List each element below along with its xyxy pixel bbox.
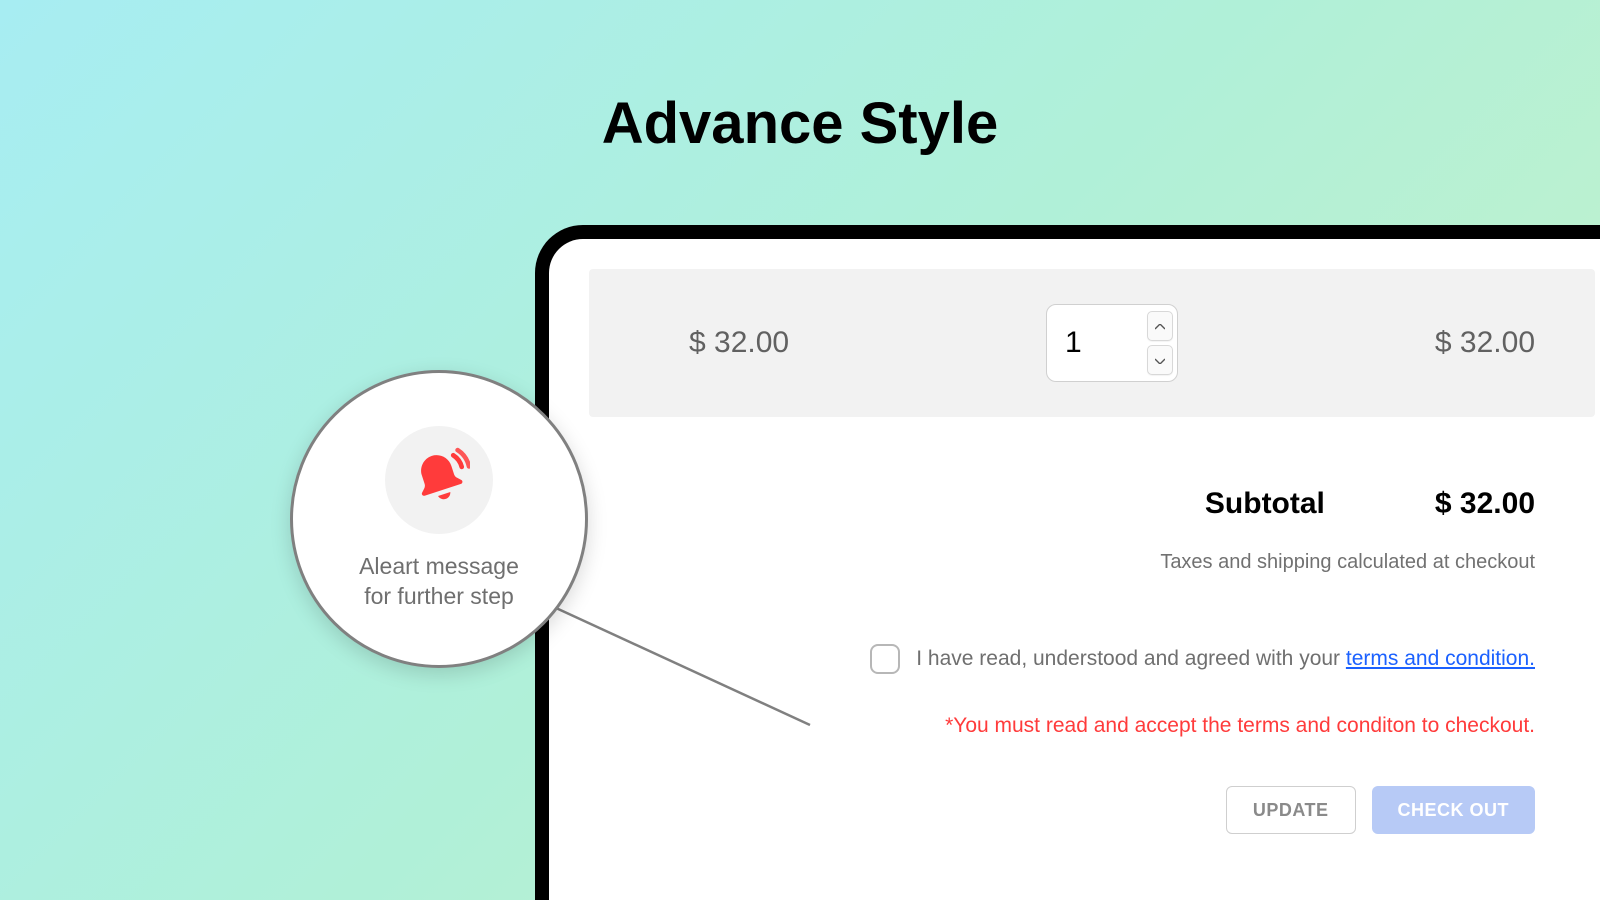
device-screen: $ 32.00 1 xyxy=(549,239,1600,900)
callout-text: Aleart message for further step xyxy=(359,552,519,612)
subtotal-value: $ 32.00 xyxy=(1435,487,1535,521)
subtotal-section: Subtotal $ 32.00 Taxes and shipping calc… xyxy=(589,487,1595,574)
tax-shipping-note: Taxes and shipping calculated at checkou… xyxy=(589,551,1535,574)
update-button[interactable]: UPDATE xyxy=(1226,786,1356,834)
cart-line-item: $ 32.00 1 xyxy=(589,269,1595,417)
device-frame: $ 32.00 1 xyxy=(535,225,1600,900)
page-title: Advance Style xyxy=(0,90,1600,157)
quantity-increase-button[interactable] xyxy=(1147,311,1173,341)
chevron-up-icon xyxy=(1155,317,1165,335)
checkout-button[interactable]: CHECK OUT xyxy=(1372,786,1536,834)
subtotal-label: Subtotal xyxy=(1205,487,1325,521)
quantity-stepper: 1 xyxy=(1046,304,1178,382)
app-canvas: Advance Style $ 32.00 1 xyxy=(0,0,1600,900)
alert-callout: Aleart message for further step xyxy=(290,370,588,668)
quantity-value[interactable]: 1 xyxy=(1047,305,1143,381)
terms-prefix: I have read, understood and agreed with … xyxy=(916,647,1346,670)
unit-price: $ 32.00 xyxy=(689,326,971,360)
callout-line-2: for further step xyxy=(359,582,519,612)
terms-row: I have read, understood and agreed with … xyxy=(589,644,1535,674)
terms-link[interactable]: terms and condition. xyxy=(1346,647,1535,670)
subtotal-row: Subtotal $ 32.00 xyxy=(589,487,1535,521)
quantity-decrease-button[interactable] xyxy=(1147,345,1173,375)
stepper-controls xyxy=(1143,305,1177,381)
quantity-column: 1 xyxy=(971,304,1253,382)
alert-icon-wrap xyxy=(385,426,493,534)
terms-section: I have read, understood and agreed with … xyxy=(589,644,1595,738)
terms-error-message: *You must read and accept the terms and … xyxy=(589,714,1535,738)
action-buttons: UPDATE CHECK OUT xyxy=(589,786,1595,834)
callout-line-1: Aleart message xyxy=(359,552,519,582)
line-total: $ 32.00 xyxy=(1253,326,1535,360)
terms-text: I have read, understood and agreed with … xyxy=(916,647,1535,671)
bell-icon xyxy=(408,447,470,514)
chevron-down-icon xyxy=(1155,351,1165,369)
terms-checkbox[interactable] xyxy=(870,644,900,674)
